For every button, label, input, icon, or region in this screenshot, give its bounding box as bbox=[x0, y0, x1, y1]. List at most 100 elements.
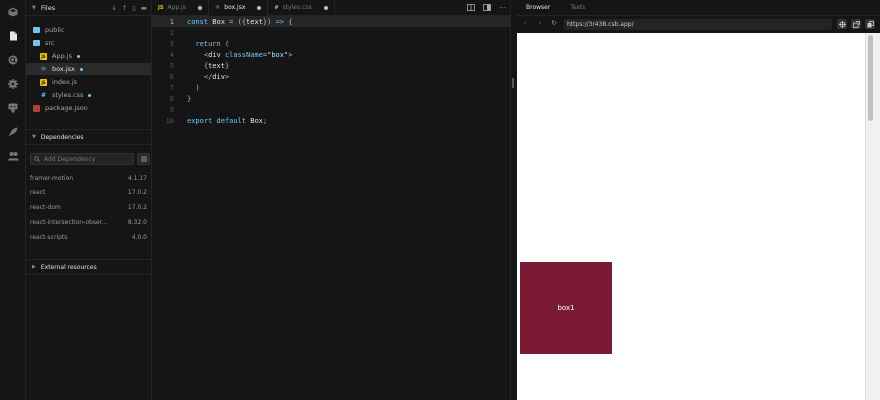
code-line: 6 </div> bbox=[152, 71, 510, 82]
list-icon bbox=[140, 156, 147, 162]
tab-app-js[interactable]: JS App.js bbox=[152, 0, 209, 16]
activity-bar bbox=[0, 0, 26, 400]
codesandbox-logo-icon[interactable] bbox=[7, 6, 19, 18]
split-view-icon[interactable] bbox=[467, 3, 476, 13]
code-line-text: {text} bbox=[203, 61, 230, 70]
npm-file-icon bbox=[33, 104, 40, 112]
add-dependency-input[interactable] bbox=[30, 153, 134, 165]
dependency-name: react-scripts bbox=[30, 233, 68, 241]
search-icon bbox=[34, 156, 40, 164]
dependencies-header[interactable]: ▼ Dependencies bbox=[26, 129, 151, 145]
scrollbar-thumb[interactable] bbox=[868, 35, 873, 121]
browser-preview: Browser Tests ‹ › ↻ https://3r438.csb.ap… bbox=[516, 0, 880, 400]
javascript-file-icon: JS bbox=[40, 52, 47, 60]
preview-layout-icon[interactable] bbox=[483, 3, 492, 13]
dependency-version: 8.32.0 bbox=[127, 218, 147, 226]
code-line-text: </div> bbox=[203, 72, 230, 81]
more-options-icon[interactable]: ··· bbox=[499, 4, 506, 12]
new-file-icon[interactable]: ▯ bbox=[132, 4, 136, 12]
css-file-icon: # bbox=[40, 91, 47, 99]
code-line-text: } bbox=[187, 94, 192, 103]
tree-item-app-js[interactable]: JS App.js bbox=[26, 50, 151, 62]
file-toolbar: ↓ ↑ ▯ ▬ bbox=[111, 0, 147, 16]
chevron-right-icon: ▶ bbox=[32, 264, 36, 270]
download-icon[interactable]: ↓ bbox=[111, 4, 116, 12]
tree-item-package-json[interactable]: package.json bbox=[26, 102, 151, 114]
address-input[interactable]: https://3r438.csb.app/ bbox=[564, 19, 832, 30]
editor-toolbar: ··· bbox=[467, 0, 506, 16]
upload-icon[interactable]: ↑ bbox=[122, 4, 127, 12]
tab-label: box.jsx bbox=[224, 4, 246, 11]
preview-scrollbar[interactable] bbox=[865, 33, 880, 400]
tree-item-label: public bbox=[45, 26, 65, 34]
external-resources-header[interactable]: ▶ External resources bbox=[26, 259, 151, 275]
line-number: 1 bbox=[169, 17, 174, 26]
code-line: 4 <div className="box"> bbox=[152, 49, 510, 60]
react-icon: ⚛ bbox=[214, 4, 221, 11]
tab-styles-css[interactable]: # styles.css bbox=[268, 0, 335, 16]
line-number: 8 bbox=[169, 94, 174, 103]
unsaved-dot[interactable] bbox=[323, 5, 328, 10]
code-line-text: export default Box; bbox=[187, 116, 268, 125]
tree-item-public[interactable]: public bbox=[26, 24, 151, 36]
dependency-name: react-intersection-obser... bbox=[30, 218, 108, 226]
line-number: 6 bbox=[169, 72, 174, 81]
code-line: 10 export default Box; bbox=[152, 115, 510, 126]
tree-item-label: index.js bbox=[52, 78, 78, 86]
rocket-icon[interactable] bbox=[7, 126, 19, 138]
dependency-row[interactable]: react-intersection-obser... 8.32.0 bbox=[30, 216, 147, 228]
preview-viewport[interactable]: box1 bbox=[517, 33, 865, 400]
chevron-down-icon: ▼ bbox=[32, 4, 36, 11]
github-icon[interactable] bbox=[7, 102, 19, 114]
line-number: 3 bbox=[169, 39, 174, 48]
drag-handle[interactable] bbox=[512, 78, 514, 88]
unsaved-dot[interactable] bbox=[257, 5, 262, 10]
tree-item-src[interactable]: src bbox=[26, 37, 151, 49]
files-header[interactable]: ▼ Files ↓ ↑ ▯ ▬ bbox=[26, 0, 151, 16]
gear-icon[interactable] bbox=[7, 78, 19, 90]
back-icon[interactable]: ‹ bbox=[520, 18, 530, 27]
users-icon[interactable] bbox=[7, 150, 19, 162]
dependencies-title: Dependencies bbox=[40, 133, 84, 141]
code-line-text: ) bbox=[195, 83, 200, 92]
tab-box-jsx[interactable]: ⚛ box.jsx bbox=[208, 0, 269, 16]
windows-icon[interactable] bbox=[865, 19, 875, 29]
chevron-down-icon: ▼ bbox=[32, 134, 36, 140]
tab-browser[interactable]: Browser bbox=[516, 0, 560, 16]
tab-tests[interactable]: Tests bbox=[560, 0, 595, 16]
dependency-row[interactable]: react-scripts 4.0.0 bbox=[30, 231, 147, 243]
open-new-window-icon[interactable] bbox=[851, 19, 861, 29]
tree-item-index-js[interactable]: JS index.js bbox=[26, 76, 151, 88]
tree-item-styles-css[interactable]: # styles.css bbox=[26, 89, 151, 101]
dependency-row[interactable]: react 17.0.2 bbox=[30, 186, 147, 198]
unsaved-dot[interactable] bbox=[197, 5, 202, 10]
files-title: Files bbox=[40, 3, 56, 12]
tree-item-label: package.json bbox=[45, 104, 88, 112]
preview-tabs: Browser Tests bbox=[516, 0, 880, 16]
code-editor: JS App.js ⚛ box.jsx # styles.css ··· 1 c… bbox=[152, 0, 510, 400]
folder-open-icon bbox=[33, 40, 40, 46]
code-line-text: return ( bbox=[195, 39, 230, 48]
line-number: 7 bbox=[169, 83, 174, 92]
dependency-row[interactable]: react-dom 17.0.2 bbox=[30, 201, 147, 213]
dependency-version: 4.1.17 bbox=[127, 174, 147, 182]
refresh-icon[interactable]: ↻ bbox=[549, 19, 559, 27]
folder-icon bbox=[33, 27, 40, 33]
code-line: 5 {text} bbox=[152, 60, 510, 71]
css-file-icon: # bbox=[274, 4, 279, 11]
line-number: 4 bbox=[169, 50, 174, 59]
url-bar: ‹ › ↻ https://3r438.csb.app/ bbox=[516, 16, 880, 32]
search-icon[interactable] bbox=[7, 54, 19, 66]
target-icon[interactable] bbox=[837, 19, 847, 29]
dependency-name: framer-motion bbox=[30, 174, 74, 182]
dependency-row[interactable]: framer-motion 4.1.17 bbox=[30, 172, 147, 184]
editor-tabs: JS App.js ⚛ box.jsx # styles.css ··· bbox=[152, 0, 510, 16]
file-icon[interactable] bbox=[7, 30, 19, 42]
javascript-file-icon: JS bbox=[158, 4, 164, 11]
new-folder-icon[interactable]: ▬ bbox=[141, 4, 147, 12]
tree-item-box-jsx[interactable]: ⚛ box.jsx bbox=[26, 63, 151, 75]
javascript-file-icon: JS bbox=[40, 78, 47, 86]
dependency-list-button[interactable] bbox=[137, 153, 150, 165]
forward-icon[interactable]: › bbox=[535, 18, 545, 27]
code-line-text: <div className="box"> bbox=[203, 50, 293, 59]
